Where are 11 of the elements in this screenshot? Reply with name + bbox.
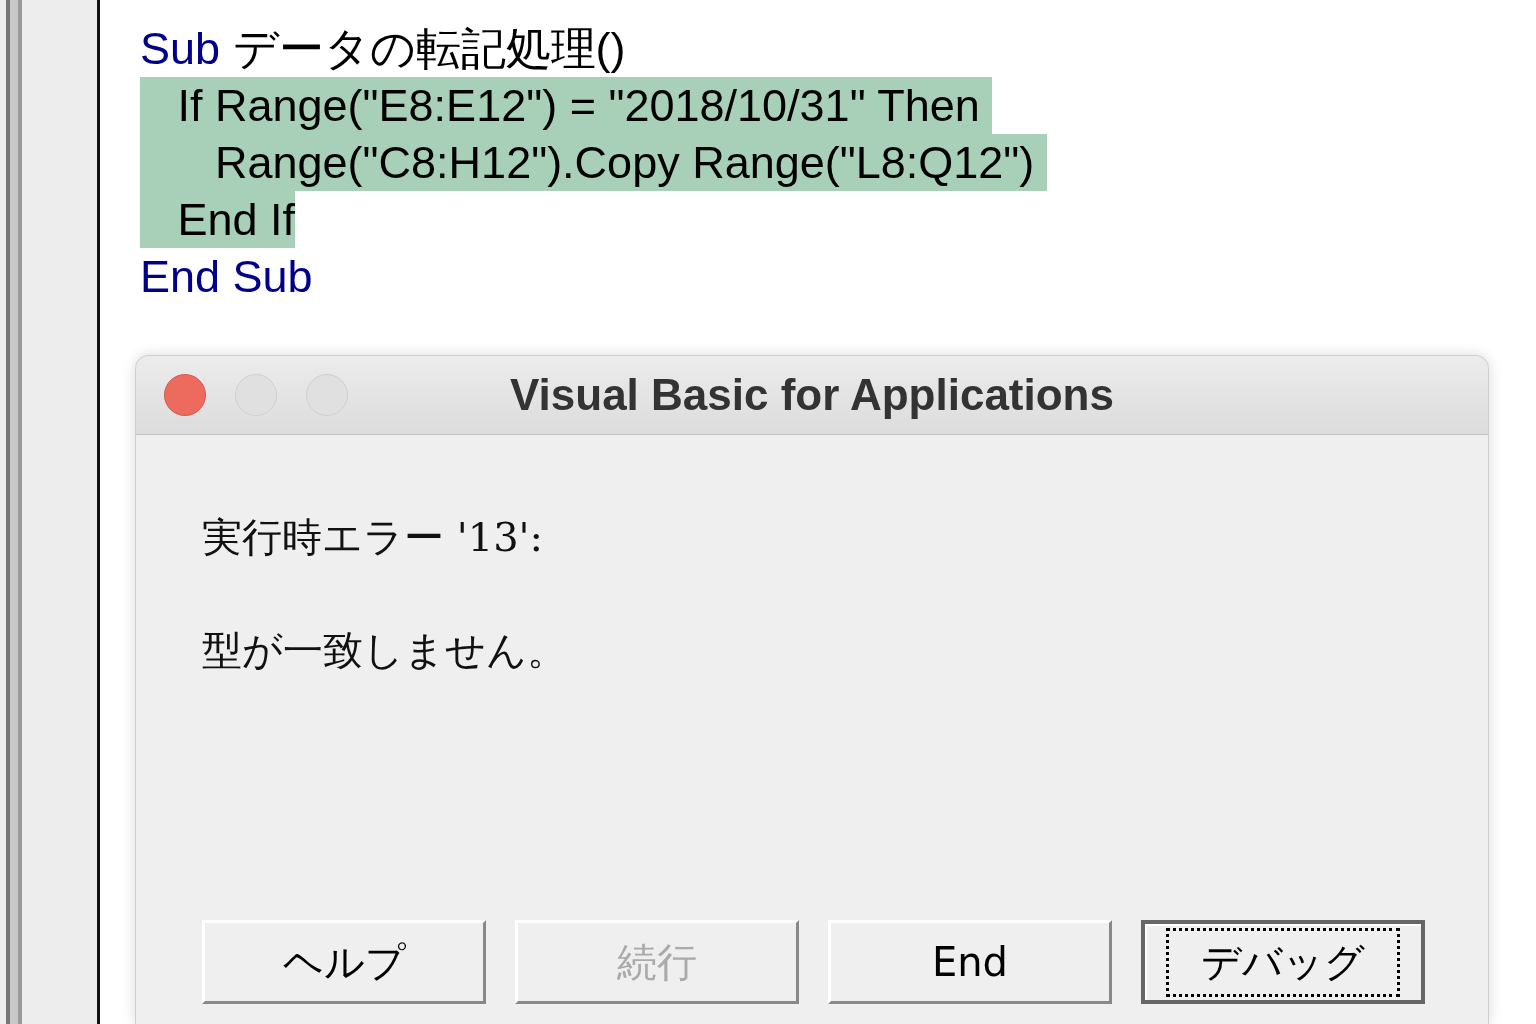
dialog-title: Visual Basic for Applications xyxy=(510,370,1114,420)
close-button[interactable] xyxy=(164,374,206,416)
error-message: 型が一致しません。 xyxy=(202,626,568,675)
dialog-button[interactable]: ヘルプ xyxy=(202,920,486,1004)
minimize-button[interactable] xyxy=(235,374,277,416)
dialog-button[interactable]: デバッグ xyxy=(1141,920,1425,1004)
error-message: 実行時エラー '13': xyxy=(202,513,545,562)
zoom-button[interactable] xyxy=(306,374,348,416)
code-line: End Sub xyxy=(140,250,313,304)
dialog-button[interactable]: End xyxy=(828,920,1112,1004)
code-line: Sub データの転記処理() xyxy=(140,22,626,76)
